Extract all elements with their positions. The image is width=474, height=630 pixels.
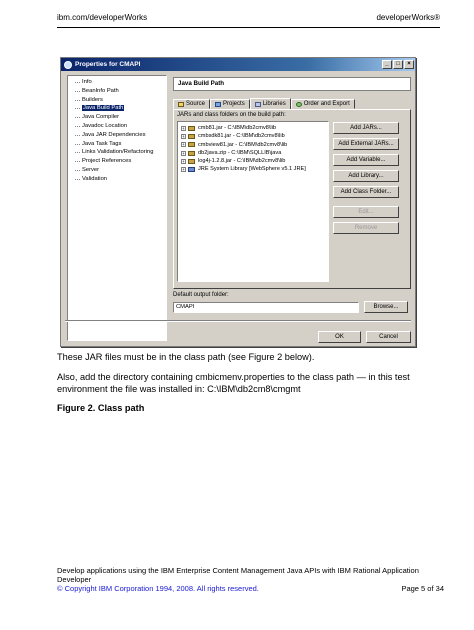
tab-libraries[interactable]: Libraries (249, 98, 291, 109)
remove-button[interactable]: Remove (333, 222, 399, 234)
list-item[interactable]: + cmb81.jar - C:\IBM\db2cmv8\lib (178, 124, 328, 132)
add-class-folder-button[interactable]: Add Class Folder... (333, 186, 399, 198)
tree-item-beaninfo-path[interactable]: BeanInfo Path (68, 87, 166, 96)
add-jars-button[interactable]: Add JARs... (333, 122, 399, 134)
tab-bar: Source Projects Libraries Order and Expo… (173, 98, 355, 109)
close-icon[interactable]: × (404, 60, 414, 69)
edit-button[interactable]: Edit... (333, 206, 399, 218)
jar-icon (188, 150, 195, 156)
projects-icon (215, 101, 222, 107)
source-folder-icon (178, 101, 184, 107)
header-site: ibm.com/developerWorks (57, 13, 148, 22)
minimize-icon[interactable]: _ (382, 60, 392, 69)
tree-item-java-compiler[interactable]: Java Compiler (68, 113, 166, 122)
figure-title: Figure 2. Class path (57, 403, 145, 413)
dialog-titlebar: Properties for CMAPI _ □ × (61, 58, 415, 71)
expand-icon[interactable]: + (181, 125, 186, 131)
app-icon (64, 60, 72, 69)
browse-button[interactable]: Browse... (364, 301, 408, 313)
add-external-jars-button[interactable]: Add External JARs... (333, 138, 399, 150)
list-item[interactable]: + db2java.zip - C:\IBM\SQLLIB\java (178, 149, 328, 157)
tab-source[interactable]: Source (173, 99, 211, 109)
order-export-icon (295, 101, 302, 107)
tree-item-validation[interactable]: Validation (68, 175, 166, 184)
libraries-icon (254, 101, 261, 107)
expand-icon[interactable]: + (181, 133, 186, 139)
page-footer: Develop applications using the IBM Enter… (57, 566, 444, 593)
header-rule (57, 27, 440, 28)
output-folder-label: Default output folder: (173, 292, 229, 298)
tree-item-server[interactable]: Server (68, 166, 166, 175)
maximize-icon[interactable]: □ (393, 60, 403, 69)
expand-icon[interactable]: + (181, 150, 186, 156)
tree-item-links-validation[interactable]: Links Validation/Refactoring (68, 148, 166, 157)
library-icon (188, 167, 195, 173)
jar-icon (188, 142, 195, 148)
jar-icon (188, 158, 195, 164)
jar-icon (188, 125, 195, 131)
tab-order-and-export[interactable]: Order and Export (290, 99, 355, 109)
footer-row: © Copyright IBM Corporation 1994, 2008. … (57, 584, 444, 593)
expand-icon[interactable]: + (181, 158, 186, 164)
tree-item-project-references[interactable]: Project References (68, 157, 166, 166)
header-brand: developerWorks® (376, 13, 440, 22)
add-library-button[interactable]: Add Library... (333, 170, 399, 182)
properties-dialog: Properties for CMAPI _ □ × Info BeanInfo… (60, 57, 416, 347)
jar-icon (188, 133, 195, 139)
tree-item-java-jar-dependencies[interactable]: Java JAR Dependencies (68, 131, 166, 140)
tab-projects[interactable]: Projects (210, 99, 250, 109)
cancel-button[interactable]: Cancel (366, 331, 411, 343)
add-variable-button[interactable]: Add Variable... (333, 154, 399, 166)
expand-icon[interactable]: + (181, 142, 186, 148)
copyright-link[interactable]: © Copyright IBM Corporation 1994, 2008. … (57, 584, 259, 593)
expand-icon[interactable]: + (181, 167, 186, 173)
paragraph-class-path: Also, add the directory containing cmbic… (57, 372, 410, 394)
properties-tree[interactable]: Info BeanInfo Path Builders Java Build P… (67, 75, 167, 341)
jar-list[interactable]: + cmb81.jar - C:\IBM\db2cmv8\lib + cmbsdk8… (177, 121, 329, 282)
list-item[interactable]: + cmbsdk81.jar - C:\IBM\db2cmv8\lib (178, 132, 328, 140)
panel-title: Java Build Path (173, 77, 411, 91)
tree-item-builders[interactable]: Builders (68, 96, 166, 105)
list-item[interactable]: + log4j-1.2.8.jar - C:\IBM\db2cmv8\lib (178, 157, 328, 165)
tree-item-java-task-tags[interactable]: Java Task Tags (68, 140, 166, 149)
paragraph-jar-files: These JAR files must be in the class pat… (57, 352, 315, 362)
list-item[interactable]: + cmbview81.jar - C:\IBM\db2cmv8\lib (178, 141, 328, 149)
list-item[interactable]: + JRE System Library [WebSphere v5.1 JRE] (178, 165, 328, 173)
page-number: Page 5 of 34 (401, 584, 444, 593)
jars-label: JARs and class folders on the build path… (177, 112, 286, 118)
page-header: ibm.com/developerWorks developerWorks® (57, 13, 440, 28)
tree-item-java-build-path[interactable]: Java Build Path (68, 104, 166, 113)
tree-item-info[interactable]: Info (68, 78, 166, 87)
dialog-title: Properties for CMAPI (75, 61, 141, 68)
dialog-separator (65, 320, 411, 322)
footer-doc-title: Develop applications using the IBM Enter… (57, 566, 419, 584)
tree-item-javadoc-location[interactable]: Javadoc Location (68, 122, 166, 131)
ok-button[interactable]: OK (318, 331, 361, 343)
output-folder-input[interactable]: CMAPI (173, 302, 359, 313)
